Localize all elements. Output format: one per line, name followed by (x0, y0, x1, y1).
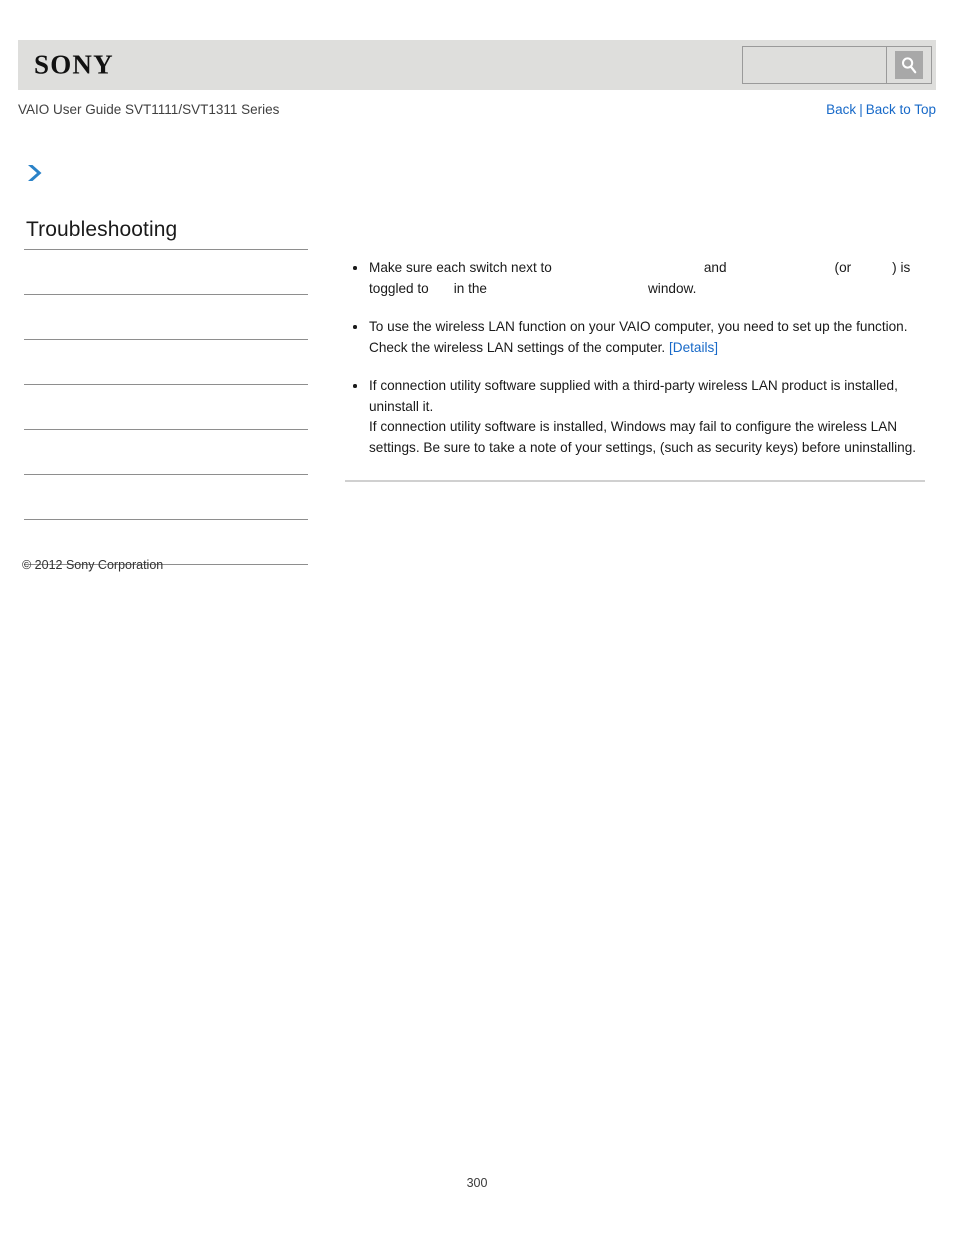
guide-title: VAIO User Guide SVT1111/SVT1311 Series (18, 102, 280, 117)
search-icon (895, 51, 923, 79)
sidebar-item-6[interactable] (24, 475, 308, 520)
bullet-text-segment: window. (647, 280, 697, 296)
bullet-text-segment: Make sure each switch next to (369, 260, 552, 275)
back-link[interactable]: Back (826, 102, 856, 117)
page-number: 300 (466, 1176, 488, 1190)
chevron-right-icon (24, 162, 44, 184)
site-header: SONY (18, 40, 936, 90)
bullet-text-line: Check the wireless LAN settings of the c… (369, 339, 666, 355)
search-box (742, 46, 932, 84)
bullet-text-line: If connection utility software supplied … (369, 378, 898, 414)
nav-separator: | (859, 102, 863, 117)
bullet-text-segment: toggled to (369, 280, 429, 296)
bullet-item-setup-wireless: To use the wireless LAN function on your… (345, 317, 925, 358)
sidebar-item-5[interactable] (24, 430, 308, 475)
sidebar-item-1[interactable] (24, 250, 308, 295)
breadcrumb: VAIO User Guide SVT1111/SVT1311 Series B… (18, 102, 936, 122)
bullet-text-segment: and (703, 260, 727, 275)
bullet-item-uninstall-utility: If connection utility software supplied … (345, 376, 925, 458)
sidebar-item-2[interactable] (24, 295, 308, 340)
search-button[interactable] (886, 47, 931, 83)
copyright-notice: © 2012 Sony Corporation (22, 558, 164, 572)
content-divider (345, 480, 925, 482)
sony-logo: SONY (34, 49, 114, 80)
bullet-text-segment: ) is (892, 260, 911, 275)
sidebar-navigation: Troubleshooting (24, 218, 308, 565)
bullet-item-switches: Make sure each switch next to and (or ) is t… (345, 258, 925, 299)
header-nav-links: Back | Back to Top (826, 102, 936, 117)
search-input[interactable] (743, 47, 886, 83)
bullet-text-line: If connection utility software is instal… (369, 419, 917, 455)
page-title: Troubleshooting (26, 218, 178, 241)
bullet-text-segment: in the (453, 280, 487, 296)
back-to-top-link[interactable]: Back to Top (866, 102, 936, 117)
sidebar-item-3[interactable] (24, 340, 308, 385)
bullet-text-line: To use the wireless LAN function on your… (369, 319, 908, 334)
details-link[interactable]: [Details] (669, 340, 718, 355)
bullet-text-segment: (or (834, 260, 852, 275)
sidebar-item-4[interactable] (24, 385, 308, 430)
main-content: Make sure each switch next to and (or ) is t… (345, 258, 925, 482)
troubleshooting-bullet-list: Make sure each switch next to and (or ) is t… (345, 258, 925, 458)
